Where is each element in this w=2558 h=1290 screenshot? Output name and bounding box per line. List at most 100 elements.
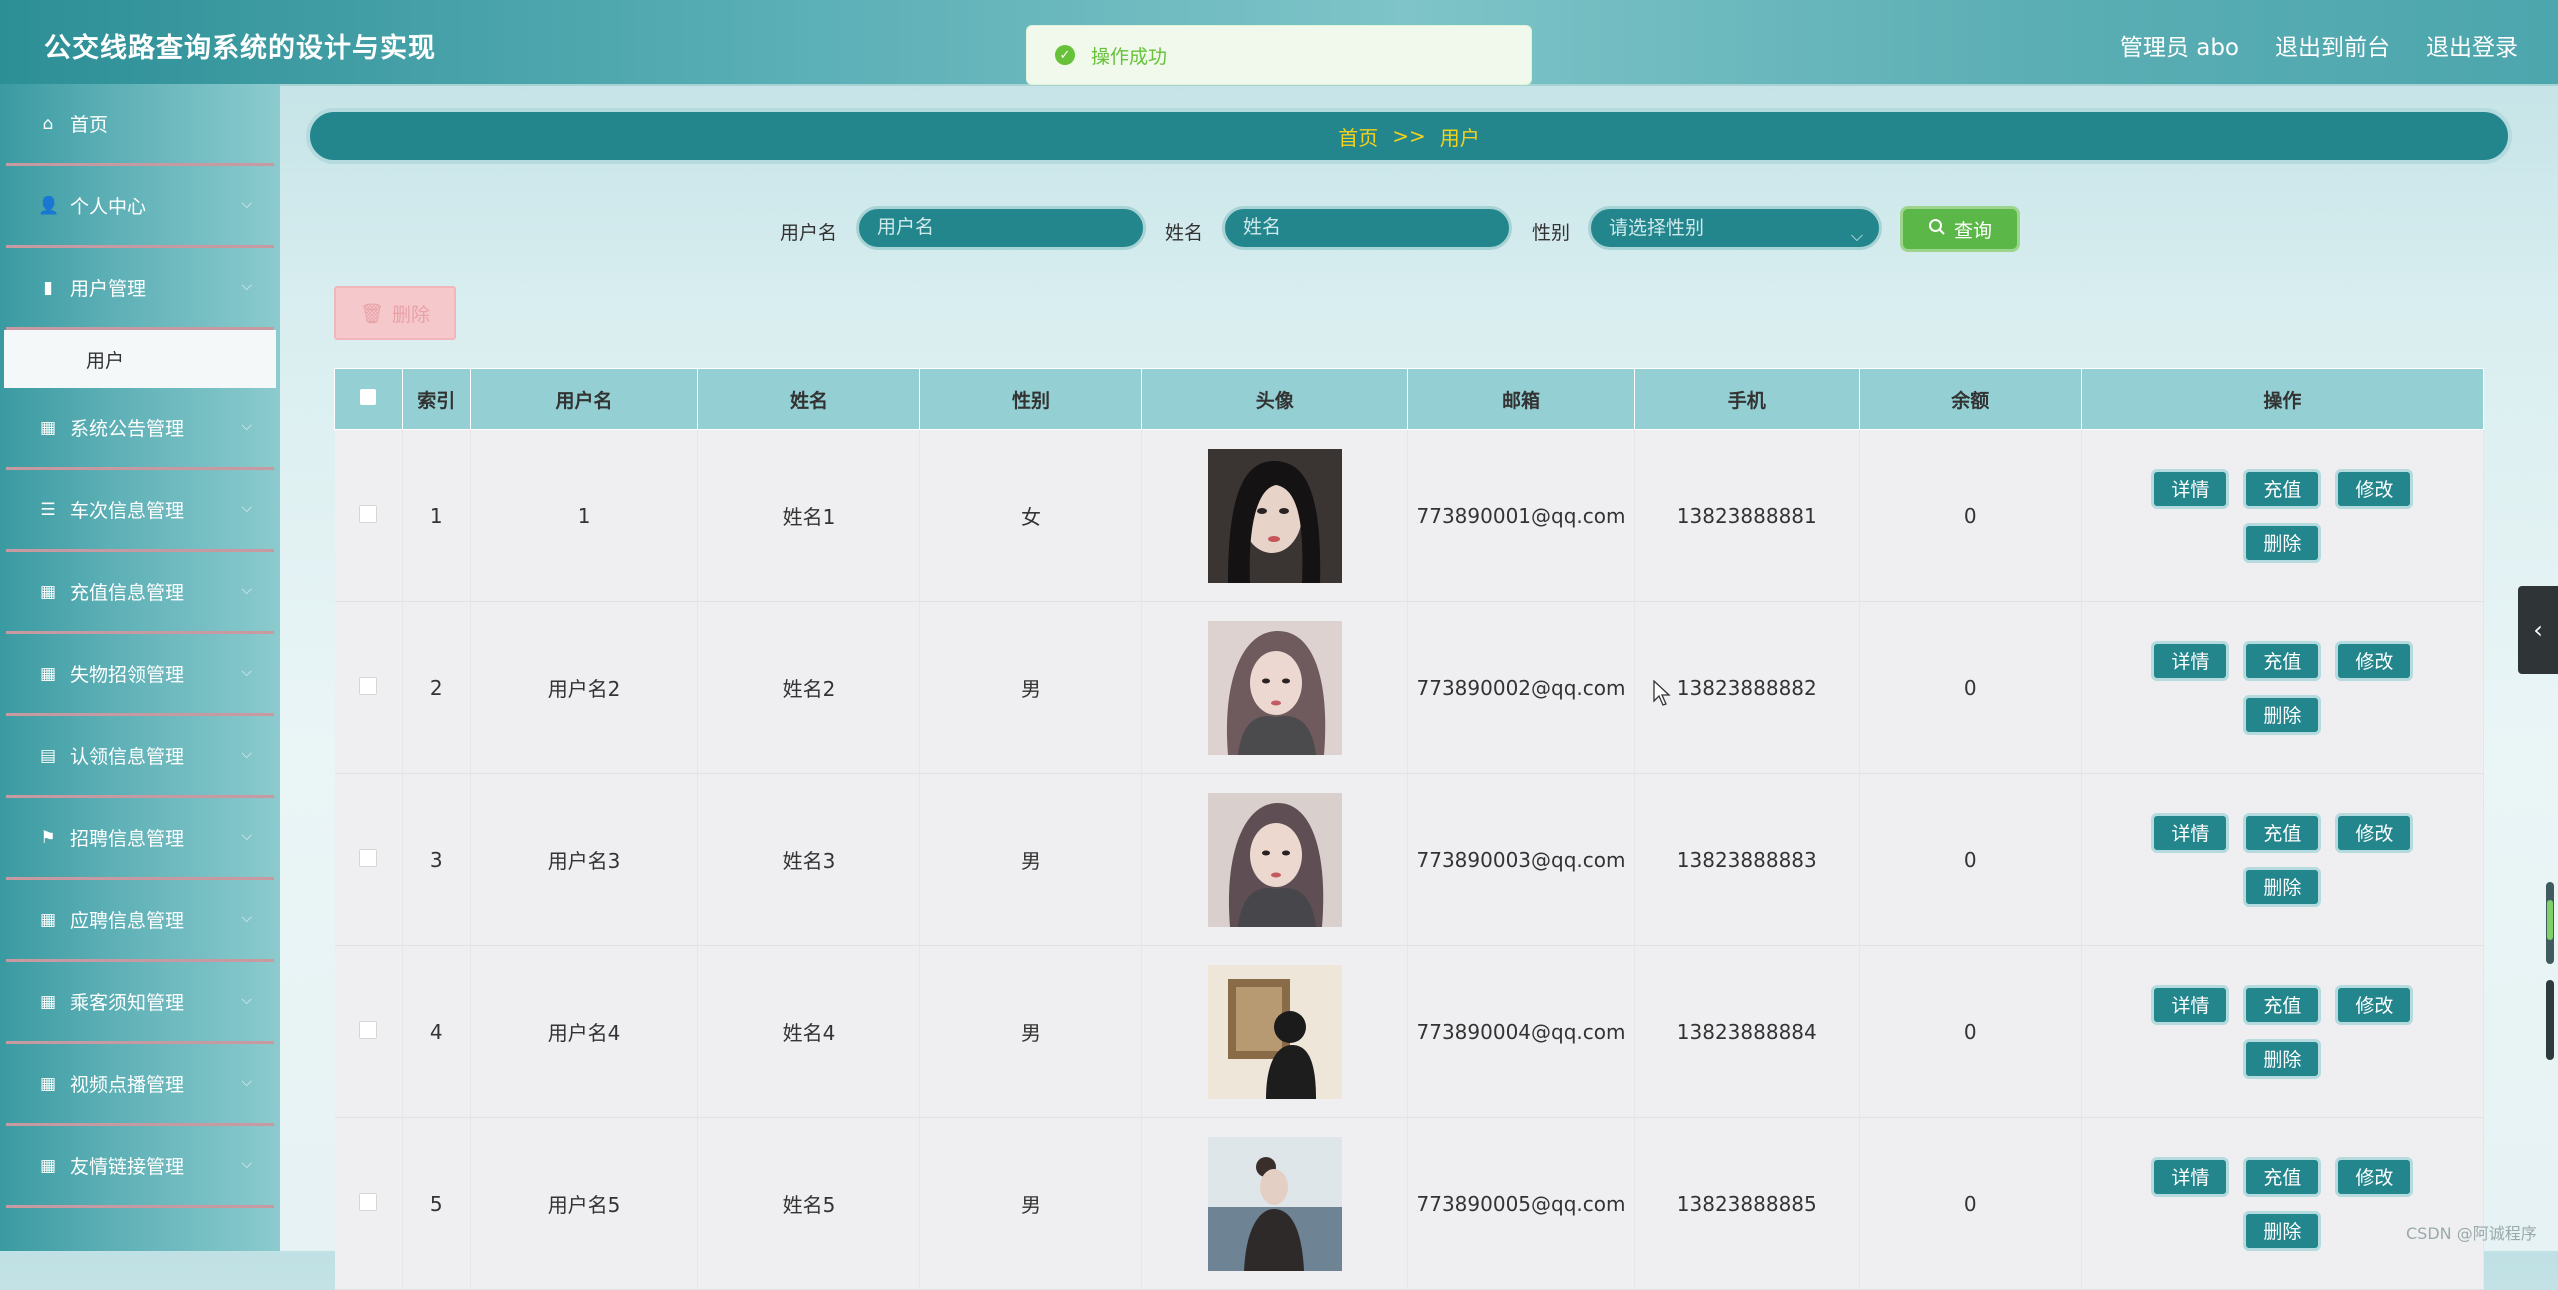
search-icon — [1928, 218, 1946, 241]
scrollbar-thumb[interactable] — [2547, 900, 2553, 940]
recharge-button[interactable]: 充值 — [2243, 1156, 2322, 1197]
delete-button[interactable]: 删除 — [2243, 1038, 2322, 1079]
sidebar-subitem-user[interactable]: 用户 — [4, 330, 276, 388]
to-front-link[interactable]: 退出到前台 — [2275, 28, 2390, 62]
sidebar-item-2[interactable]: ▮ 用户管理 ⌵ — [6, 248, 274, 330]
cell-avatar — [1141, 945, 1409, 1118]
table-row: 3 用户名3 姓名3 男 773890003@qq.com 13823888883 0 详情充… — [334, 773, 2485, 946]
delete-button[interactable]: 删除 — [2243, 522, 2322, 563]
sidebar-item-4[interactable]: ☰ 车次信息管理 ⌵ — [6, 470, 274, 552]
row-checkbox[interactable] — [359, 1192, 378, 1211]
logout-link[interactable]: 退出登录 — [2426, 28, 2518, 62]
scrollbar-track-secondary[interactable] — [2546, 980, 2554, 1060]
cell-phone: 13823888884 — [1634, 945, 1860, 1118]
username-input[interactable] — [856, 206, 1146, 250]
recharge-button[interactable]: 充值 — [2243, 812, 2322, 853]
row-checkbox-cell[interactable] — [334, 601, 403, 774]
chevron-down-icon: ⌵ — [241, 828, 252, 844]
detail-button[interactable]: 详情 — [2151, 812, 2230, 853]
cell-phone: 13823888881 — [1634, 429, 1860, 602]
header-links: 管理员 abo 退出到前台 退出登录 — [2120, 28, 2518, 62]
cell-index: 3 — [402, 773, 471, 946]
name-input[interactable] — [1222, 206, 1512, 250]
batch-delete-button[interactable]: 🗑 删除 — [334, 286, 456, 340]
chevron-down-icon: ⌵ — [241, 746, 252, 762]
column-header: 用户名 — [469, 368, 699, 430]
cell-username: 用户名3 — [470, 773, 699, 946]
sidebar-item-5[interactable]: ▦ 充值信息管理 ⌵ — [6, 552, 274, 634]
grid-icon: ▦ — [39, 1073, 57, 1094]
edit-button[interactable]: 修改 — [2335, 640, 2414, 681]
sidebar-item-3[interactable]: ▦ 系统公告管理 ⌵ — [6, 388, 274, 470]
recharge-button[interactable]: 充值 — [2243, 640, 2322, 681]
detail-button[interactable]: 详情 — [2151, 468, 2230, 509]
user-table: 索引 用户名 姓名 性别 头像 邮箱 手机 余额 操作 1 1 姓名1 女 773890001@qq.c… — [334, 368, 2485, 1290]
chevron-down-icon: ⌵ — [241, 418, 252, 434]
cell-actions: 详情 充值 修改 删除 — [2081, 773, 2485, 946]
cell-username: 用户名2 — [470, 601, 699, 774]
row-checkbox-cell[interactable] — [334, 773, 403, 946]
row-actions: 详情 充值 修改 删除 — [2137, 1156, 2427, 1251]
row-checkbox[interactable] — [359, 504, 378, 523]
recharge-button[interactable]: 充值 — [2243, 468, 2322, 509]
admin-label: 管理员 abo — [2119, 35, 2239, 61]
chevron-down-icon: ⌵ — [241, 278, 252, 294]
cell-avatar — [1141, 773, 1409, 946]
edit-button[interactable]: 修改 — [2335, 468, 2414, 509]
sidebar-item-12[interactable]: ▦ 友情链接管理 ⌵ — [6, 1126, 274, 1208]
success-toast: ✓ 操作成功 — [1026, 25, 1532, 85]
watermark: CSDN @阿诚程序 — [2406, 1224, 2537, 1243]
delete-button[interactable]: 删除 — [2243, 866, 2322, 907]
gender-select[interactable]: 请选择性别 ⌵ — [1588, 206, 1882, 250]
collapse-panel-tab[interactable]: ‹ — [2518, 586, 2558, 674]
select-all-checkbox-cell[interactable] — [334, 368, 403, 430]
username-label: 用户名 — [780, 222, 838, 244]
table-body: 1 1 姓名1 女 773890001@qq.com 13823888881 0 详情 充值 修改… — [334, 429, 2485, 1290]
edit-button[interactable]: 修改 — [2335, 1156, 2414, 1197]
column-header: 余额 — [1858, 368, 2082, 430]
row-checkbox-cell[interactable] — [334, 429, 403, 602]
avatar-image — [1207, 1136, 1342, 1271]
cell-name: 姓名2 — [697, 601, 921, 774]
sidebar-item-6[interactable]: ▦ 失物招领管理 ⌵ — [6, 634, 274, 716]
row-checkbox-cell[interactable] — [334, 945, 403, 1118]
home-icon: ⌂ — [42, 113, 54, 134]
cell-name: 姓名1 — [697, 429, 921, 602]
column-header: 邮箱 — [1407, 368, 1635, 430]
sidebar-item-7[interactable]: ▤ 认领信息管理 ⌵ — [6, 716, 274, 798]
sidebar-item-label: 认领信息管理 — [70, 746, 185, 768]
sidebar-item-label: 系统公告管理 — [70, 418, 185, 440]
detail-button[interactable]: 详情 — [2151, 1156, 2230, 1197]
sidebar-item-0[interactable]: ⌂ 首页 — [6, 84, 274, 166]
sidebar-item-label: 招聘信息管理 — [70, 828, 185, 850]
detail-button[interactable]: 详情 — [2151, 984, 2230, 1025]
cell-email: 773890004@qq.com — [1407, 945, 1635, 1118]
edit-button[interactable]: 修改 — [2335, 984, 2414, 1025]
edit-button[interactable]: 修改 — [2335, 812, 2414, 853]
sidebar-item-11[interactable]: ▦ 视频点播管理 ⌵ — [6, 1044, 274, 1126]
row-actions: 详情 充值 修改 删除 — [2137, 468, 2427, 563]
table-row: 1 1 姓名1 女 773890001@qq.com 13823888881 0 详情 充值 修改… — [334, 429, 2485, 602]
row-checkbox[interactable] — [359, 848, 378, 867]
recharge-button[interactable]: 充值 — [2243, 984, 2322, 1025]
row-checkbox[interactable] — [359, 1020, 378, 1039]
avatar-image — [1207, 448, 1342, 583]
sidebar-item-9[interactable]: ▦ 应聘信息管理 ⌵ — [6, 880, 274, 962]
sidebar-item-10[interactable]: ▦ 乘客须知管理 ⌵ — [6, 962, 274, 1044]
breadcrumb-home[interactable]: 首页 — [1338, 122, 1378, 151]
delete-button[interactable]: 删除 — [2243, 1210, 2322, 1251]
query-button[interactable]: 查询 — [1900, 206, 2020, 252]
cell-name: 姓名5 — [697, 1117, 921, 1290]
row-actions: 详情 充值 修改 删除 — [2137, 640, 2427, 735]
batch-delete-label: 删除 — [392, 303, 431, 326]
detail-button[interactable]: 详情 — [2151, 640, 2230, 681]
sidebar-item-8[interactable]: ⚑ 招聘信息管理 ⌵ — [6, 798, 274, 880]
cell-name: 姓名3 — [697, 773, 921, 946]
cell-gender: 男 — [919, 945, 1143, 1118]
row-checkbox-cell[interactable] — [334, 1117, 403, 1290]
select-all-checkbox[interactable] — [360, 389, 377, 405]
row-checkbox[interactable] — [359, 676, 378, 695]
mouse-cursor-icon — [1653, 679, 1671, 710]
delete-button[interactable]: 删除 — [2243, 694, 2322, 735]
app-title: 公交线路查询系统的设计与实现 — [44, 33, 436, 64]
